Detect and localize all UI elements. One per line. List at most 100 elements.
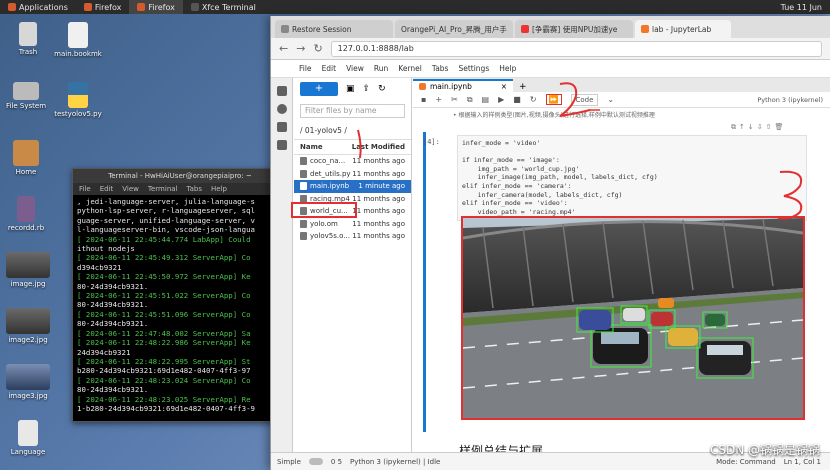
filter-files-input[interactable]: Filter files by name bbox=[300, 104, 405, 118]
restart-run-all-icon[interactable]: ⏩ bbox=[545, 94, 562, 105]
save-icon[interactable]: ▪ bbox=[421, 95, 426, 104]
file-row[interactable]: racing.mp4 11 months ago bbox=[294, 193, 411, 206]
jupyter-menu-kernel[interactable]: Kernel bbox=[398, 64, 422, 73]
simple-mode-toggle[interactable] bbox=[308, 458, 323, 465]
terminal-icon bbox=[190, 3, 199, 11]
column-name[interactable]: Name bbox=[300, 143, 323, 151]
code-editor[interactable]: infer_mode = 'video' if infer_mode == 'im… bbox=[457, 135, 807, 224]
desktop-icon-image[interactable]: image.jpg bbox=[2, 252, 54, 288]
file-row[interactable]: world_cu... 11 months ago bbox=[294, 205, 411, 218]
url-bar[interactable]: 127.0.0.1:8888/lab bbox=[330, 40, 822, 57]
close-icon[interactable]: × bbox=[501, 82, 507, 91]
file-name: yolo.om bbox=[310, 219, 338, 228]
racing-frame-image bbox=[463, 218, 803, 418]
forward-icon[interactable]: → bbox=[296, 42, 305, 55]
folder-icon[interactable] bbox=[276, 86, 287, 96]
file-name: det_utils.py bbox=[310, 169, 351, 178]
browser-tab-csdn[interactable]: [争霸赛] 使用NPU加速ye bbox=[515, 20, 633, 38]
kernel-indicator[interactable]: Python 3 (ipykernel) bbox=[757, 96, 823, 104]
status-counts: 0 5 bbox=[330, 457, 343, 466]
file-row[interactable]: coco_na... 11 months ago bbox=[294, 155, 411, 168]
insert-cell-icon[interactable]: + bbox=[435, 95, 442, 104]
csdn-icon bbox=[521, 25, 529, 33]
extensions-icon[interactable] bbox=[276, 140, 287, 150]
running-icon[interactable] bbox=[276, 104, 287, 114]
jupyter-menu-view[interactable]: View bbox=[346, 64, 364, 73]
desktop-icon-language[interactable]: Language bbox=[2, 420, 54, 456]
reload-icon[interactable]: ↻ bbox=[313, 42, 322, 55]
terminal-menu-edit[interactable]: Edit bbox=[100, 185, 114, 193]
paste-icon[interactable]: ▤ bbox=[482, 95, 490, 104]
new-folder-icon[interactable]: ▣ bbox=[346, 84, 355, 94]
terminal-line: 80-24d394cb9321. bbox=[77, 300, 149, 310]
desktop-icon-trash[interactable]: Trash bbox=[2, 22, 54, 56]
cell-toolbar[interactable]: ⧉↑↓⇩⇧🗑 bbox=[731, 123, 786, 132]
back-icon[interactable]: ← bbox=[279, 42, 288, 55]
restart-icon[interactable]: ↻ bbox=[530, 95, 537, 104]
file-list-header: Name Last Modified bbox=[294, 139, 411, 155]
terminal-menu-view[interactable]: View bbox=[122, 185, 139, 193]
browser-tab-jupyterlab[interactable]: lab - JupyterLab bbox=[635, 20, 731, 38]
status-kernel[interactable]: Python 3 (ipykernel) | Idle bbox=[350, 458, 440, 466]
file-icon bbox=[300, 194, 307, 203]
refresh-icon[interactable]: ↻ bbox=[378, 84, 386, 94]
browser-tab-orangepi[interactable]: OrangePi_AI_Pro_昇腾_用户手 bbox=[395, 20, 513, 38]
cut-icon[interactable]: ✂ bbox=[451, 95, 458, 104]
run-icon[interactable]: ▶ bbox=[498, 95, 504, 104]
terminal-menu-tabs[interactable]: Tabs bbox=[187, 185, 203, 193]
desktop-icon-image2[interactable]: image2.jpg bbox=[2, 308, 54, 344]
desktop-icon-image3[interactable]: image3.jpg bbox=[2, 364, 54, 400]
upload-icon[interactable]: ⇪ bbox=[363, 84, 371, 94]
panel-task-firefox-1[interactable]: Firefox bbox=[76, 0, 129, 14]
browser-tab-restore[interactable]: Restore Session bbox=[275, 20, 393, 38]
terminal-output[interactable]: , jedi-language-server, julia-language-s… bbox=[73, 195, 287, 421]
terminal-line: [ 2024-06-11 22:47:48.002 ServerApp] Sa bbox=[77, 328, 251, 338]
desktop-icon-home[interactable]: Home bbox=[0, 140, 52, 176]
stop-icon[interactable]: ■ bbox=[513, 95, 521, 104]
copy-icon[interactable]: ⧉ bbox=[467, 95, 473, 105]
jupyter-menu-settings[interactable]: Settings bbox=[458, 64, 489, 73]
terminal-window[interactable]: Terminal - HwHiAiUser@orangepiaipro: ~ F… bbox=[72, 168, 288, 422]
file-icon bbox=[300, 207, 307, 216]
new-launcher-button[interactable]: + bbox=[300, 82, 338, 96]
panel-task-terminal[interactable]: Xfce Terminal bbox=[183, 0, 264, 14]
terminal-menu-file[interactable]: File bbox=[79, 185, 91, 193]
cell-type-select[interactable]: Code bbox=[570, 93, 599, 106]
code-line: elif infer_mode == 'video': bbox=[462, 199, 568, 208]
jupyter-menu-edit[interactable]: Edit bbox=[322, 64, 337, 73]
terminal-line: 80-24d394cb9321. bbox=[77, 319, 149, 329]
breadcrumb[interactable]: / 01-yolov5 / bbox=[294, 122, 411, 139]
commands-icon[interactable] bbox=[276, 122, 287, 132]
file-row[interactable]: yolo.om 11 months ago bbox=[294, 218, 411, 231]
panel-task-applications[interactable]: Applications bbox=[0, 0, 76, 14]
file-row[interactable]: det_utils.py 11 months ago bbox=[294, 168, 411, 181]
menu-icon bbox=[8, 3, 16, 11]
desktop-icon-filesystem[interactable]: File System bbox=[0, 82, 52, 110]
notebook-tab[interactable]: main.ipynb × bbox=[413, 79, 513, 92]
left-sidebar bbox=[271, 78, 293, 452]
code-line: if infer_mode == 'image': bbox=[462, 156, 560, 165]
terminal-line: [ 2024-06-11 22:45:50.972 ServerApp] Ke bbox=[77, 272, 251, 282]
terminal-menu-help[interactable]: Help bbox=[211, 185, 227, 193]
terminal-menu-terminal[interactable]: Terminal bbox=[148, 185, 178, 193]
panel-clock[interactable]: Tue 11 Jun bbox=[773, 0, 830, 14]
terminal-titlebar[interactable]: Terminal - HwHiAiUser@orangepiaipro: ~ bbox=[73, 169, 287, 183]
panel-task-firefox-2[interactable]: Firefox bbox=[129, 0, 183, 14]
add-tab-icon[interactable]: + bbox=[513, 82, 533, 92]
desktop-icon-testyolov5[interactable]: testyolov5.py bbox=[52, 82, 104, 118]
jupyter-menu-run[interactable]: Run bbox=[374, 64, 388, 73]
code-line: infer_image(img_path, model, labels_dict… bbox=[462, 173, 658, 182]
system-panel: Applications Firefox Firefox Xfce Termin… bbox=[0, 0, 830, 14]
jupyter-menu-file[interactable]: File bbox=[299, 64, 312, 73]
file-name: yolov5s.o... bbox=[310, 232, 350, 241]
jupyter-menu-tabs[interactable]: Tabs bbox=[432, 64, 449, 73]
chevron-down-icon[interactable]: ⌄ bbox=[607, 95, 614, 104]
terminal-line: 80-24d394cb9321. bbox=[77, 385, 149, 395]
jupyter-menu-help[interactable]: Help bbox=[499, 64, 516, 73]
desktop-icon-bookmark[interactable]: main.bookmk bbox=[52, 22, 104, 58]
file-row[interactable]: main.ipynb 1 minute ago bbox=[294, 180, 411, 193]
status-mode: Mode: Command bbox=[716, 457, 776, 466]
file-row[interactable]: yolov5s.o... 11 months ago bbox=[294, 230, 411, 243]
column-last-modified[interactable]: Last Modified bbox=[352, 143, 405, 151]
desktop-icon-record[interactable]: recordd.rb bbox=[0, 196, 52, 232]
